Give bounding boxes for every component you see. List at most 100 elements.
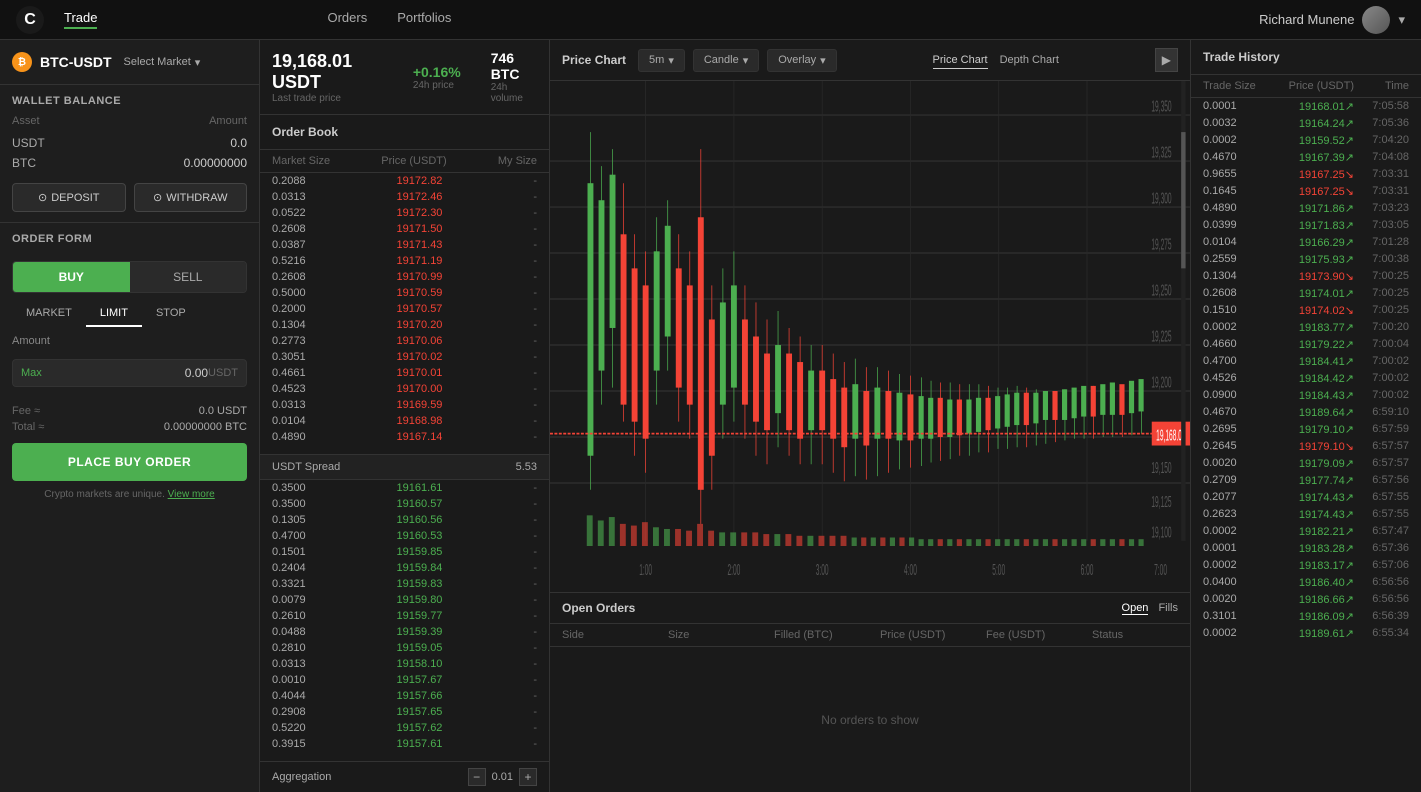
svg-text:1:00: 1:00 bbox=[639, 561, 652, 579]
list-item: 0.0002 19183.17↗ 6:57:06 bbox=[1191, 557, 1421, 574]
table-row: 0.0010 19157.67 - bbox=[260, 672, 549, 688]
list-item: 0.0001 19183.28↗ 6:57:36 bbox=[1191, 540, 1421, 557]
nav-link-trade[interactable]: Trade bbox=[64, 10, 97, 29]
table-row: 0.5000 19170.59 - bbox=[260, 285, 549, 301]
wallet-title: Wallet Balance bbox=[12, 95, 247, 107]
open-orders-title: Open Orders bbox=[562, 601, 635, 615]
wallet-row-usdt: USDT 0.0 bbox=[12, 133, 247, 153]
amount-input-row[interactable]: Max USDT bbox=[12, 359, 247, 387]
order-type-tabs: MARKET LIMIT STOP bbox=[12, 301, 247, 327]
open-orders-header: Open Orders Open Fills bbox=[550, 593, 1190, 624]
table-row: 0.2810 19159.05 - bbox=[260, 640, 549, 656]
order-book-panel: 19,168.01 USDT Last trade price +0.16% 2… bbox=[260, 40, 550, 792]
chevron-down-icon: ▾ bbox=[668, 54, 674, 67]
list-item: 0.4700 19184.41↗ 7:00:02 bbox=[1191, 353, 1421, 370]
svg-text:19,325: 19,325 bbox=[1151, 143, 1171, 161]
timeframe-button[interactable]: 5m ▾ bbox=[638, 49, 685, 72]
table-row: 0.4523 19170.00 - bbox=[260, 381, 549, 397]
amount-input[interactable] bbox=[42, 366, 208, 380]
chevron-down-icon: ▾ bbox=[820, 54, 826, 67]
amount-label: Amount bbox=[12, 335, 247, 347]
top-nav: C Trade Orders Portfolios Richard Munene… bbox=[0, 0, 1421, 40]
svg-text:19,225: 19,225 bbox=[1151, 327, 1171, 345]
svg-text:3:00: 3:00 bbox=[816, 561, 829, 579]
select-market-button[interactable]: Select Market ▾ bbox=[124, 56, 201, 69]
agg-plus-btn[interactable]: + bbox=[519, 768, 537, 786]
no-orders-message: No orders to show bbox=[550, 647, 1190, 792]
chevron-down-icon[interactable]: ▾ bbox=[1398, 12, 1405, 28]
buy-tab[interactable]: BUY bbox=[13, 262, 130, 292]
market-order-btn[interactable]: MARKET bbox=[12, 301, 86, 327]
svg-text:19,200: 19,200 bbox=[1151, 373, 1171, 391]
withdraw-icon: ⊙ bbox=[153, 191, 162, 204]
trade-history-list: 0.0001 19168.01↗ 7:05:58 0.0032 19164.24… bbox=[1191, 98, 1421, 792]
list-item: 0.0900 19184.43↗ 7:00:02 bbox=[1191, 387, 1421, 404]
volume-label: 24h volume bbox=[491, 82, 537, 104]
list-item: 0.0002 19183.77↗ 7:00:20 bbox=[1191, 319, 1421, 336]
market-header: ₿ BTC-USDT Select Market ▾ bbox=[0, 40, 259, 85]
tab-depth-chart[interactable]: Depth Chart bbox=[1000, 52, 1059, 68]
nav-link-portfolios[interactable]: Portfolios bbox=[397, 10, 451, 29]
svg-text:19,250: 19,250 bbox=[1151, 281, 1171, 299]
stop-order-btn[interactable]: STOP bbox=[142, 301, 200, 327]
list-item: 0.0002 19182.21↗ 6:57:47 bbox=[1191, 523, 1421, 540]
amount-suffix: USDT bbox=[208, 367, 238, 379]
table-row: 0.3321 19159.83 - bbox=[260, 576, 549, 592]
fee-section: Fee ≈ 0.0 USDT Total ≈ 0.00000000 BTC bbox=[12, 403, 247, 435]
logo-icon[interactable]: C bbox=[16, 6, 44, 34]
fee-row: Fee ≈ 0.0 USDT bbox=[12, 403, 247, 419]
agg-minus-btn[interactable]: − bbox=[468, 768, 486, 786]
table-row: 0.0387 19171.43 - bbox=[260, 237, 549, 253]
volume-block: 746 BTC 24h volume bbox=[491, 50, 537, 104]
table-row: 0.2773 19170.06 - bbox=[260, 333, 549, 349]
table-row: 0.0079 19159.80 - bbox=[260, 592, 549, 608]
open-orders-section: Open Orders Open Fills Side Size Filled … bbox=[550, 592, 1190, 792]
overlay-button[interactable]: Overlay ▾ bbox=[767, 49, 836, 72]
list-item: 0.0032 19164.24↗ 7:05:36 bbox=[1191, 115, 1421, 132]
list-item: 0.2709 19177.74↗ 6:57:56 bbox=[1191, 472, 1421, 489]
candle-button[interactable]: Candle ▾ bbox=[693, 49, 759, 72]
deposit-button[interactable]: ⊙ DEPOSIT bbox=[12, 183, 126, 212]
btc-icon: ₿ bbox=[12, 52, 32, 72]
list-item: 0.2608 19174.01↗ 7:00:25 bbox=[1191, 285, 1421, 302]
list-item: 0.4670 19167.39↗ 7:04:08 bbox=[1191, 149, 1421, 166]
svg-text:19,125: 19,125 bbox=[1151, 493, 1171, 511]
wallet-header: Asset Amount bbox=[12, 115, 247, 127]
withdraw-button[interactable]: ⊙ WITHDRAW bbox=[134, 183, 248, 212]
table-row: 0.0522 19172.30 - bbox=[260, 205, 549, 221]
table-row: 0.1501 19159.85 - bbox=[260, 544, 549, 560]
list-item: 0.2645 19179.10↘ 6:57:57 bbox=[1191, 438, 1421, 455]
svg-text:19,300: 19,300 bbox=[1151, 189, 1171, 207]
svg-text:5:00: 5:00 bbox=[992, 561, 1005, 579]
list-item: 0.3101 19186.09↗ 6:56:39 bbox=[1191, 608, 1421, 625]
tab-fills[interactable]: Fills bbox=[1158, 602, 1178, 615]
tab-open[interactable]: Open bbox=[1122, 602, 1149, 615]
svg-text:4:00: 4:00 bbox=[904, 561, 917, 579]
table-row: 0.4044 19157.66 - bbox=[260, 688, 549, 704]
total-row: Total ≈ 0.00000000 BTC bbox=[12, 419, 247, 435]
chart-expand-btn[interactable]: ▶ bbox=[1155, 48, 1178, 72]
chart-header: Price Chart 5m ▾ Candle ▾ Overlay ▾ Pric… bbox=[550, 40, 1190, 81]
order-book-title: Order Book bbox=[260, 115, 549, 150]
wallet-row-btc: BTC 0.00000000 bbox=[12, 153, 247, 173]
list-item: 0.0399 19171.83↗ 7:03:05 bbox=[1191, 217, 1421, 234]
max-link[interactable]: Max bbox=[21, 367, 42, 379]
svg-text:2:00: 2:00 bbox=[727, 561, 740, 579]
sell-tab[interactable]: SELL bbox=[130, 262, 247, 292]
place-order-button[interactable]: PLACE BUY ORDER bbox=[12, 443, 247, 481]
limit-order-btn[interactable]: LIMIT bbox=[86, 301, 142, 327]
view-more-link[interactable]: View more bbox=[168, 489, 215, 500]
open-orders-cols: Side Size Filled (BTC) Price (USDT) Fee … bbox=[550, 624, 1190, 647]
list-item: 0.0002 19159.52↗ 7:04:20 bbox=[1191, 132, 1421, 149]
price-header: 19,168.01 USDT Last trade price +0.16% 2… bbox=[260, 40, 549, 115]
tab-price-chart[interactable]: Price Chart bbox=[933, 52, 988, 69]
list-item: 0.2077 19174.43↗ 6:57:55 bbox=[1191, 489, 1421, 506]
spread-row: USDT Spread 5.53 bbox=[260, 454, 549, 480]
list-item: 0.4670 19189.64↗ 6:59:10 bbox=[1191, 404, 1421, 421]
trade-history-title: Trade History bbox=[1191, 40, 1421, 75]
table-row: 0.2088 19172.82 - bbox=[260, 173, 549, 189]
nav-link-orders[interactable]: Orders bbox=[327, 10, 367, 29]
candlestick-chart: 19,350 19,325 19,300 19,275 19,250 19,22… bbox=[550, 81, 1190, 592]
table-row: 0.0104 19168.98 - bbox=[260, 413, 549, 429]
user-info[interactable]: Richard Munene ▾ bbox=[1259, 6, 1405, 34]
